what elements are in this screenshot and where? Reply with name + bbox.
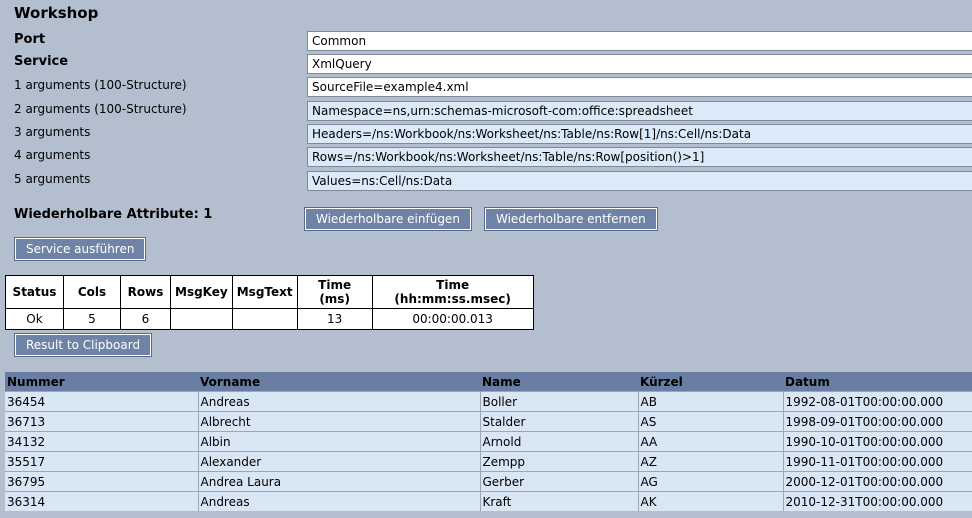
vorname-cell: Andreas <box>198 491 481 511</box>
name-cell: Zempp <box>480 451 639 472</box>
kuerzel-cell: AA <box>638 431 784 452</box>
vorname-cell: Andreas <box>198 391 481 412</box>
name-cell: Stalder <box>480 411 639 432</box>
status-value-row: Ok 5 6 13 00:00:00.013 <box>5 308 534 330</box>
cols-value: 5 <box>63 308 121 330</box>
name-cell: Kraft <box>480 491 639 511</box>
rows-value: 6 <box>120 308 171 330</box>
vorname-cell: Albin <box>198 431 481 452</box>
table-row: 36314 Andreas Kraft AK 2010-12-31T00:00:… <box>5 491 972 511</box>
service-field[interactable]: XmlQuery <box>307 54 972 74</box>
msgkey-value <box>170 308 233 330</box>
nummer-cell: 35517 <box>5 451 199 472</box>
vorname-cell: Alexander <box>198 451 481 472</box>
repeatable-attributes-label: Wiederholbare Attribute: 1 <box>14 207 213 222</box>
status-table: Status Cols Rows MsgKey MsgText Time (ms… <box>5 275 534 330</box>
table-row: 35517 Alexander Zempp AZ 1990-11-01T00:0… <box>5 451 972 472</box>
kuerzel-cell: AB <box>638 391 784 412</box>
vorname-col-header: Vorname <box>198 372 480 392</box>
msgtext-value <box>231 308 298 330</box>
datum-cell: 1992-08-01T00:00:00.000 <box>783 391 972 412</box>
status-header-row: Status Cols Rows MsgKey MsgText Time (ms… <box>5 275 534 309</box>
datum-cell: 1990-11-01T00:00:00.000 <box>783 451 972 472</box>
results-header-row: Nummer Vorname Name Kürzel Datum <box>5 372 972 392</box>
argument-4-label: 4 arguments <box>14 148 91 162</box>
name-cell: Arnold <box>480 431 639 452</box>
argument-3-label: 3 arguments <box>14 125 91 139</box>
time-hms-value: 00:00:00.013 <box>371 308 534 330</box>
status-value: Ok <box>5 308 64 330</box>
nummer-cell: 36795 <box>5 471 199 492</box>
argument-4-field[interactable]: Rows=/ns:Workbook/ns:Worksheet/ns:Table/… <box>307 147 972 167</box>
time-hms-col-header: Time (hh:mm:ss.msec) <box>371 275 534 309</box>
kuerzel-cell: AG <box>638 471 784 492</box>
remove-repeatable-button[interactable]: Wiederholbare entfernen <box>485 208 657 230</box>
table-row: 36454 Andreas Boller AB 1992-08-01T00:00… <box>5 391 972 412</box>
nummer-cell: 36454 <box>5 391 199 412</box>
argument-2-label: 2 arguments (100-Structure) <box>14 102 187 116</box>
msgkey-col-header: MsgKey <box>170 275 233 309</box>
argument-3-field[interactable]: Headers=/ns:Workbook/ns:Worksheet/ns:Tab… <box>307 124 972 144</box>
datum-col-header: Datum <box>783 372 972 392</box>
argument-5-label: 5 arguments <box>14 172 91 186</box>
rows-col-header: Rows <box>120 275 171 309</box>
name-cell: Gerber <box>480 471 639 492</box>
datum-cell: 1998-09-01T00:00:00.000 <box>783 411 972 432</box>
vorname-cell: Albrecht <box>198 411 481 432</box>
table-row: 36713 Albrecht Stalder AS 1998-09-01T00:… <box>5 411 972 432</box>
page-title: Workshop <box>14 4 99 22</box>
results-table: Nummer Vorname Name Kürzel Datum 36454 A… <box>5 372 972 511</box>
datum-cell: 2010-12-31T00:00:00.000 <box>783 491 972 511</box>
kuerzel-cell: AS <box>638 411 784 432</box>
name-col-header: Name <box>480 372 638 392</box>
result-to-clipboard-button[interactable]: Result to Clipboard <box>15 334 152 356</box>
port-field[interactable]: Common <box>307 31 972 51</box>
argument-2-field[interactable]: Namespace=ns,urn:schemas-microsoft-com:o… <box>307 101 972 121</box>
table-row: 36795 Andrea Laura Gerber AG 2000-12-01T… <box>5 471 972 492</box>
port-label: Port <box>14 32 46 47</box>
kuerzel-cell: AZ <box>638 451 784 472</box>
nummer-cell: 34132 <box>5 431 199 452</box>
argument-1-field[interactable]: SourceFile=example4.xml <box>307 77 972 97</box>
kuerzel-cell: AK <box>638 491 784 511</box>
nummer-cell: 36713 <box>5 411 199 432</box>
time-ms-col-header: Time (ms) <box>296 275 373 309</box>
msgtext-col-header: MsgText <box>231 275 298 309</box>
run-service-button[interactable]: Service ausführen <box>15 238 146 260</box>
argument-5-field[interactable]: Values=ns:Cell/ns:Data <box>307 171 972 191</box>
service-label: Service <box>14 54 69 69</box>
name-cell: Boller <box>480 391 639 412</box>
cols-col-header: Cols <box>63 275 121 309</box>
status-col-header: Status <box>5 275 64 309</box>
nummer-cell: 36314 <box>5 491 199 511</box>
argument-1-label: 1 arguments (100-Structure) <box>14 78 187 92</box>
datum-cell: 2000-12-01T00:00:00.000 <box>783 471 972 492</box>
insert-repeatable-button[interactable]: Wiederholbare einfügen <box>305 208 471 230</box>
datum-cell: 1990-10-01T00:00:00.000 <box>783 431 972 452</box>
kuerzel-col-header: Kürzel <box>638 372 783 392</box>
time-ms-value: 13 <box>296 308 373 330</box>
vorname-cell: Andrea Laura <box>198 471 481 492</box>
nummer-col-header: Nummer <box>5 372 198 392</box>
table-row: 34132 Albin Arnold AA 1990-10-01T00:00:0… <box>5 431 972 452</box>
